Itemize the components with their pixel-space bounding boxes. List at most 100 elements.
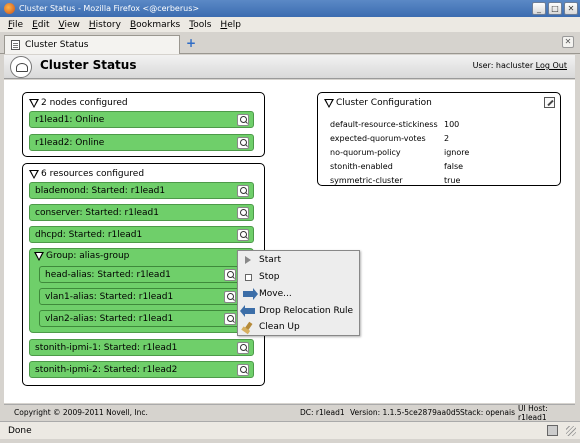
drop-arrow-icon	[240, 305, 255, 317]
stop-icon	[244, 273, 252, 281]
security-icon[interactable]	[547, 425, 558, 436]
resources-panel: 6 resources configured blademond: Starte…	[22, 163, 265, 386]
ui-host-info: UI Host: r1lead1	[518, 403, 548, 422]
window-title: Cluster Status - Mozilla Firefox <@cerbe…	[19, 4, 200, 13]
resources-panel-header[interactable]: 6 resources configured	[29, 169, 144, 179]
magnify-icon[interactable]	[224, 291, 236, 303]
menu-item-start[interactable]: Start	[238, 252, 359, 268]
new-tab-button[interactable]: +	[186, 36, 196, 50]
node-row[interactable]: r1lead1: Online	[29, 111, 254, 128]
resource-row[interactable]: conserver: Started: r1lead1	[29, 204, 254, 221]
resource-label: stonith-ipmi-2: Started: r1lead2	[35, 364, 178, 375]
dc-info: DC: r1lead1	[300, 408, 345, 417]
collapse-triangle-icon[interactable]	[29, 98, 39, 108]
play-icon	[245, 256, 251, 264]
menu-file[interactable]: File	[8, 20, 23, 30]
magnify-icon[interactable]	[224, 313, 236, 325]
resource-row[interactable]: dhcpd: Started: r1lead1	[29, 226, 254, 243]
config-panel-title: Cluster Configuration	[336, 98, 432, 108]
resource-row[interactable]: stonith-ipmi-2: Started: r1lead2	[29, 361, 254, 378]
magnify-icon[interactable]	[237, 137, 249, 149]
resource-label: conserver: Started: r1lead1	[35, 207, 159, 218]
config-value: ignore	[444, 147, 470, 157]
user-label: User: hacluster	[472, 61, 534, 70]
menu-item-stop[interactable]: Stop	[238, 269, 359, 285]
resource-row[interactable]: stonith-ipmi-1: Started: r1lead1	[29, 339, 254, 356]
config-row: stonith-enabled false	[330, 159, 469, 173]
config-value: true	[444, 175, 461, 185]
minimize-button[interactable]: _	[532, 2, 546, 15]
nodes-panel-header[interactable]: 2 nodes configured	[29, 98, 128, 108]
app-header: Cluster Status User: hacluster Log Out	[4, 55, 575, 79]
edit-icon[interactable]	[544, 97, 555, 108]
collapse-triangle-icon[interactable]	[34, 251, 44, 261]
config-value: 100	[444, 119, 460, 129]
maximize-button[interactable]: □	[548, 2, 562, 15]
menu-help[interactable]: Help	[220, 20, 241, 30]
collapse-triangle-icon[interactable]	[29, 169, 39, 179]
config-panel-header[interactable]: Cluster Configuration	[324, 98, 432, 108]
user-info: User: hacluster Log Out	[473, 61, 567, 70]
config-key: no-quorum-policy	[330, 147, 401, 157]
resource-row[interactable]: blademond: Started: r1lead1	[29, 182, 254, 199]
main-content: 2 nodes configured r1lead1: Online r1lea…	[4, 80, 575, 403]
version-info: Version: 1.1.5-5ce2879aa0d5	[350, 408, 461, 417]
magnify-icon[interactable]	[237, 207, 249, 219]
close-tab-button[interactable]: ✕	[562, 36, 574, 48]
resource-label: vlan1-alias: Started: r1lead1	[45, 291, 174, 302]
magnify-icon[interactable]	[237, 114, 249, 126]
menu-item-label: Move...	[259, 289, 292, 299]
config-key: default-resource-stickiness	[330, 119, 438, 129]
menu-bookmarks[interactable]: Bookmarks	[130, 20, 180, 30]
config-value: 2	[444, 133, 450, 143]
menu-item-label: Stop	[259, 272, 280, 282]
menu-tools[interactable]: Tools	[189, 20, 211, 30]
page-icon	[11, 40, 20, 50]
tab-strip: Cluster Status	[0, 32, 580, 54]
menu-history[interactable]: History	[89, 20, 121, 30]
magnify-icon[interactable]	[237, 342, 249, 354]
config-value: false	[444, 161, 464, 171]
menu-item-label: Start	[259, 255, 281, 265]
tab-label: Cluster Status	[25, 40, 89, 50]
magnify-icon[interactable]	[237, 229, 249, 241]
page-title: Cluster Status	[40, 58, 137, 72]
close-window-button[interactable]: ✕	[564, 2, 578, 15]
magnify-icon[interactable]	[224, 269, 236, 281]
app-footer: Copyright © 2009-2011 Novell, Inc. DC: r…	[4, 403, 575, 422]
menu-edit[interactable]: Edit	[32, 20, 49, 30]
tab-cluster-status[interactable]: Cluster Status	[4, 35, 180, 54]
magnify-icon[interactable]	[237, 185, 249, 197]
node-label: r1lead1: Online	[35, 114, 105, 125]
node-row[interactable]: r1lead2: Online	[29, 134, 254, 151]
status-text: Done	[8, 425, 32, 436]
menu-view[interactable]: View	[59, 20, 80, 30]
resource-label: stonith-ipmi-1: Started: r1lead1	[35, 342, 178, 353]
group-header[interactable]: Group: alias-group	[34, 251, 129, 261]
nodes-panel: 2 nodes configured r1lead1: Online r1lea…	[22, 92, 265, 157]
menu-item-drop-relocation-rule[interactable]: Drop Relocation Rule	[238, 303, 359, 319]
group-member-row[interactable]: head-alias: Started: r1lead1	[39, 266, 241, 283]
node-label: r1lead2: Online	[35, 137, 105, 148]
menu-item-clean-up[interactable]: Clean Up	[238, 319, 359, 335]
window-titlebar: Cluster Status - Mozilla Firefox <@cerbe…	[0, 0, 580, 17]
cluster-config-panel: Cluster Configuration default-resource-s…	[317, 92, 561, 186]
resource-group[interactable]: Group: alias-group head-alias: Started: …	[29, 248, 254, 333]
config-row: symmetric-cluster true	[330, 173, 469, 187]
config-row: no-quorum-policy ignore	[330, 145, 469, 159]
stack-info: Stack: openais	[460, 408, 515, 417]
browser-statusbar: Done	[0, 421, 580, 439]
collapse-triangle-icon[interactable]	[324, 98, 334, 108]
resource-label: vlan2-alias: Started: r1lead1	[45, 313, 174, 324]
config-table: default-resource-stickiness 100 expected…	[330, 117, 469, 187]
resize-grip-icon[interactable]	[566, 426, 576, 436]
logout-link[interactable]: Log Out	[536, 61, 567, 70]
menu-item-label: Drop Relocation Rule	[259, 306, 354, 316]
resource-label: dhcpd: Started: r1lead1	[35, 229, 143, 240]
window-controls: _ □ ✕	[532, 2, 578, 15]
group-member-row[interactable]: vlan1-alias: Started: r1lead1	[39, 288, 241, 305]
config-key: expected-quorum-votes	[330, 133, 426, 143]
magnify-icon[interactable]	[237, 364, 249, 376]
group-member-row[interactable]: vlan2-alias: Started: r1lead1	[39, 310, 241, 327]
menu-item-move[interactable]: Move...	[238, 286, 359, 302]
